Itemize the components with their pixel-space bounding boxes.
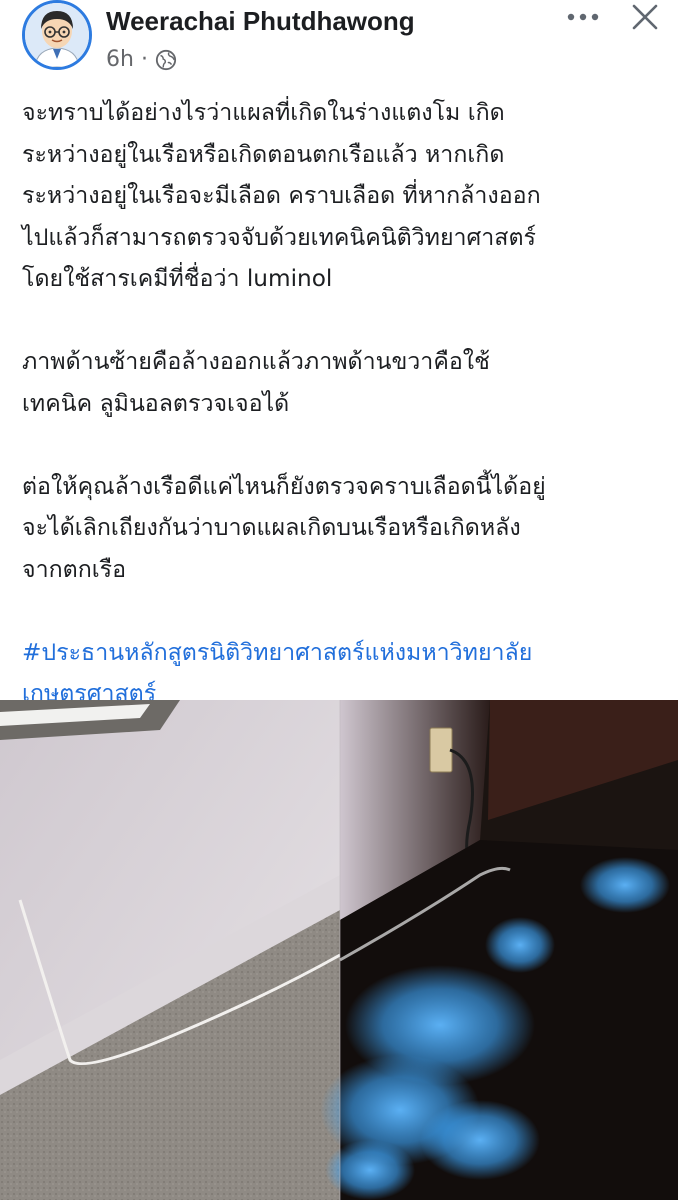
meta-separator: ·: [140, 47, 148, 72]
text-line: ต่อให้คุณล้างเรือดีแค่ไหนก็ยังตรวจคราบเล…: [22, 472, 546, 500]
more-horizontal-icon: [567, 13, 599, 21]
author-avatar[interactable]: [22, 0, 92, 70]
paragraph-2: ภาพด้านซ้ายคือล้างออกแล้วภาพด้านขวาคือใช…: [22, 341, 662, 424]
close-icon: [632, 4, 658, 30]
post-body: จะทราบได้อย่างไรว่าแผลที่เกิดในร่างแตงโม…: [22, 92, 662, 715]
close-button[interactable]: [622, 0, 668, 34]
post-time[interactable]: 6h: [106, 47, 134, 72]
globe-icon[interactable]: [155, 49, 177, 71]
text-line: ระหว่างอยู่ในเรือหรือเกิดตอนตกเรือแล้ว ห…: [22, 140, 505, 168]
post-header: Weerachai Phutdhawong 6h ·: [0, 0, 678, 88]
hashtag-line[interactable]: #ประธานหลักสูตรนิติวิทยาศาสตร์แห่งมหาวิท…: [22, 632, 662, 674]
post-photo[interactable]: [0, 700, 678, 1200]
text-line: ระหว่างอยู่ในเรือจะมีเลือด คราบเลือด ที่…: [22, 182, 541, 209]
text-line: จะทราบได้อย่างไรว่าแผลที่เกิดในร่างแตงโม…: [22, 99, 505, 126]
author-name[interactable]: Weerachai Phutdhawong: [106, 6, 415, 37]
text-line: จะได้เลิกเถียงกันว่าบาดแผลเกิดบนเรือหรือ…: [22, 514, 521, 541]
more-options-button[interactable]: [560, 0, 606, 34]
text-line: ภาพด้านซ้ายคือล้างออกแล้วภาพด้านขวาคือใช…: [22, 348, 490, 375]
text-line: เทคนิค ลูมินอลตรวจเจอได้: [22, 389, 290, 417]
luminol-comparison-photo: [0, 700, 678, 1200]
post-meta: 6h ·: [106, 47, 177, 72]
avatar-cartoon-icon: [25, 3, 89, 67]
text-line: โดยใช้สารเคมีที่ชื่อว่า luminol: [22, 265, 333, 292]
paragraph-1: จะทราบได้อย่างไรว่าแผลที่เกิดในร่างแตงโม…: [22, 92, 662, 300]
paragraph-3: ต่อให้คุณล้างเรือดีแค่ไหนก็ยังตรวจคราบเล…: [22, 466, 662, 591]
text-line: ไปแล้วก็สามารถตรวจจับด้วยเทคนิคนิติวิทยา…: [22, 223, 536, 251]
text-line: จากตกเรือ: [22, 555, 127, 583]
